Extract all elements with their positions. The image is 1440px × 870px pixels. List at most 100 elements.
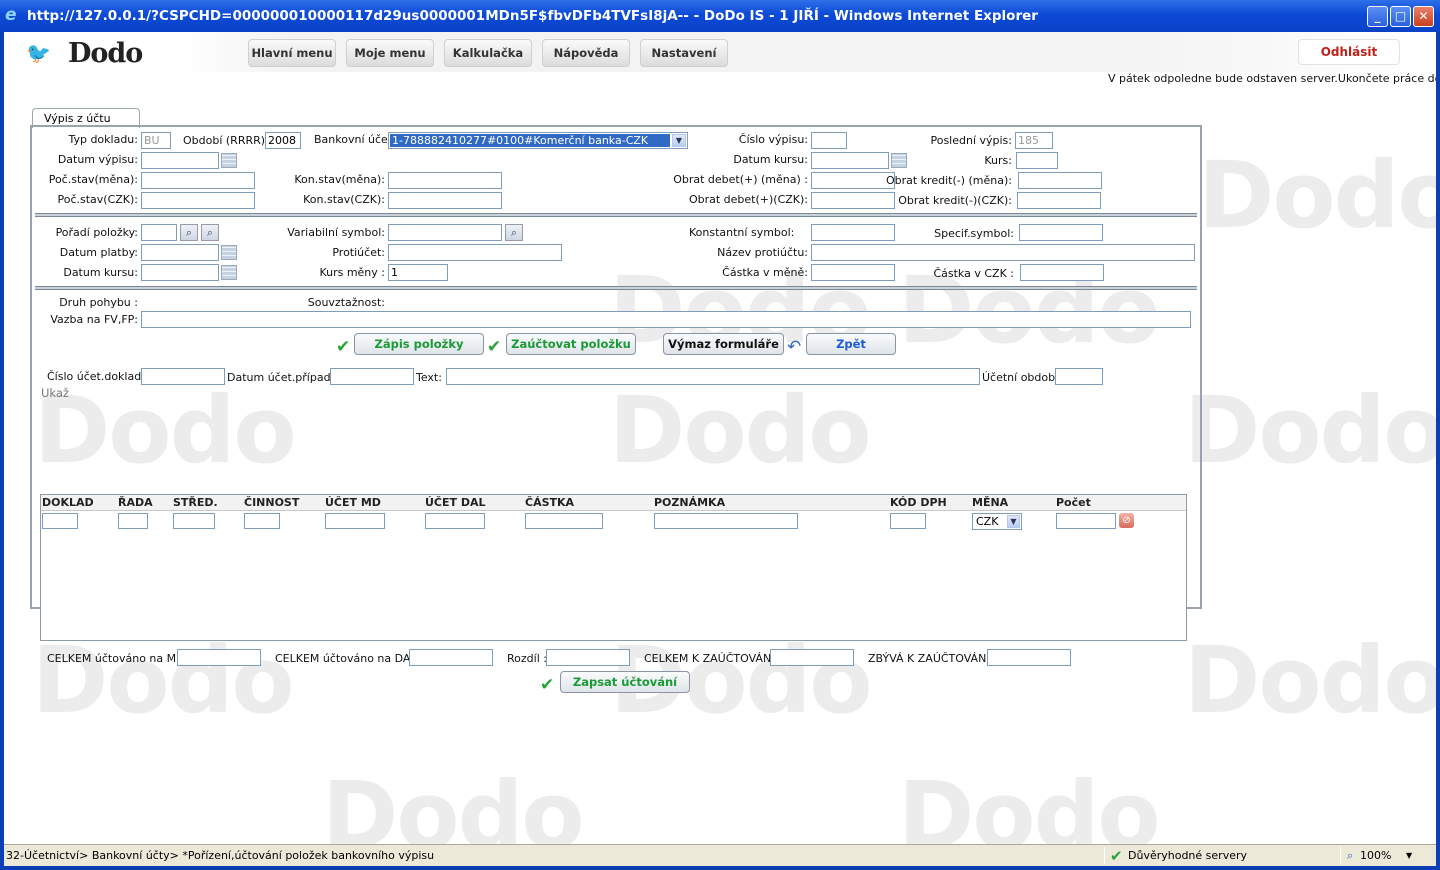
zapsat-uctovani-button[interactable]: Zapsat účtování <box>560 671 690 693</box>
ucet-dal-input[interactable] <box>425 513 485 529</box>
variabilni-symbol-field[interactable] <box>388 224 502 241</box>
celkem-md-field[interactable] <box>177 649 261 666</box>
specif-symbol-field[interactable] <box>1019 224 1103 241</box>
search-icon[interactable]: ⌕ <box>201 224 219 241</box>
nav-moje-menu[interactable]: Moje menu <box>346 39 434 67</box>
konstantni-symbol-field[interactable] <box>811 224 895 241</box>
nazev-protiuctu-field[interactable] <box>811 244 1195 261</box>
col-ucet-md: ÚČET MD <box>325 496 381 509</box>
vazba-field[interactable] <box>141 311 1191 328</box>
celkem-k-zauctovani-field[interactable] <box>770 649 854 666</box>
col-rada: ŘADA <box>118 496 153 509</box>
kod-dph-input[interactable] <box>890 513 926 529</box>
typ-dokladu-field[interactable]: BU <box>141 132 171 149</box>
chevron-down-icon: ▼ <box>1007 515 1020 528</box>
cinnost-input[interactable] <box>244 513 280 529</box>
undo-icon: ↶ <box>787 337 802 357</box>
castka-v-mene-label: Částka v měně: <box>722 266 808 279</box>
col-cinnost: ČINNOST <box>244 496 300 509</box>
kon-stav-czk-label: Kon.stav(CZK): <box>303 193 385 206</box>
kon-stav-czk-field[interactable] <box>388 192 502 209</box>
nav-kalkulacka[interactable]: Kalkulačka <box>444 39 532 67</box>
datum-kursu-2-field[interactable] <box>141 264 219 281</box>
zapis-polozky-button[interactable]: Zápis položky <box>354 333 484 355</box>
poc-stav-mena-field[interactable] <box>141 172 255 189</box>
castka-v-mene-field[interactable] <box>811 264 895 281</box>
obrat-debet-mena-field[interactable] <box>811 172 895 189</box>
zoom-dropdown-icon[interactable]: ▼ <box>1406 851 1412 860</box>
nazev-protiuctu-label: Název protiúčtu: <box>717 246 808 259</box>
nav-hlavni-menu[interactable]: Hlavní menu <box>248 39 336 67</box>
col-mena: MĚNA <box>972 496 1009 509</box>
ie-statusbar: 32-Účetnictví> Bankovní účty> *Pořízení,… <box>4 844 1436 866</box>
celkem-dal-field[interactable] <box>409 649 493 666</box>
zoom-level[interactable]: 100% <box>1360 849 1391 862</box>
datum-platby-field[interactable] <box>141 244 219 261</box>
castka-v-czk-field[interactable] <box>1020 264 1104 281</box>
datum-kursu-label: Datum kursu: <box>733 153 808 166</box>
bankovni-ucet-select[interactable]: 1-788882410277#0100#Komerční banka-CZK ▼ <box>388 132 688 149</box>
calendar-icon[interactable] <box>221 153 237 168</box>
zbyva-k-zauctovani-field[interactable] <box>987 649 1071 666</box>
kurs-label: Kurs: <box>984 154 1012 167</box>
castka-input[interactable] <box>525 513 603 529</box>
ukaz-link[interactable]: Ukaž <box>41 386 69 400</box>
poradi-polozky-field[interactable] <box>141 224 177 241</box>
doklad-input[interactable] <box>42 513 78 529</box>
ucetni-obdobi-field[interactable] <box>1055 368 1103 385</box>
maximize-button[interactable]: □ <box>1390 6 1411 27</box>
posledni-vypis-field[interactable]: 185 <box>1015 132 1053 149</box>
protiucet-field[interactable] <box>388 244 562 261</box>
obrat-debet-czk-field[interactable] <box>811 192 895 209</box>
pocet-input[interactable] <box>1056 513 1116 529</box>
datum-kursu-field[interactable] <box>811 152 889 169</box>
poc-stav-czk-field[interactable] <box>141 192 255 209</box>
cislo-vypisu-label: Číslo výpisu: <box>738 133 808 146</box>
calendar-icon[interactable] <box>221 265 237 280</box>
search-icon[interactable]: ⌕ <box>180 224 198 241</box>
minimize-button[interactable]: _ <box>1367 6 1388 27</box>
datum-pripadu-field[interactable] <box>330 368 414 385</box>
datum-vypisu-field[interactable] <box>141 152 219 169</box>
obrat-kredit-mena-field[interactable] <box>1018 172 1102 189</box>
kurs-meny-field[interactable]: 1 <box>388 264 448 281</box>
cislo-vypisu-field[interactable] <box>811 132 847 149</box>
obrat-kredit-czk-field[interactable] <box>1017 192 1101 209</box>
col-ucet-dal: ÚČET DAL <box>425 496 486 509</box>
text-field[interactable] <box>446 368 980 385</box>
calendar-icon[interactable] <box>221 245 237 260</box>
col-pocet: Počet <box>1056 496 1091 509</box>
celkem-k-zauctovani-label: CELKEM K ZAÚČTOVÁNÍ : <box>644 652 782 665</box>
rada-input[interactable] <box>118 513 148 529</box>
obdobi-label: Období (RRRR) : <box>183 134 273 147</box>
delete-row-icon[interactable]: ⊘ <box>1119 513 1134 528</box>
zbyva-k-zauctovani-label: ZBÝVÁ K ZAÚČTOVÁNÍ : <box>868 652 997 665</box>
logout-button[interactable]: Odhlásit <box>1298 39 1400 65</box>
close-window-button[interactable]: ✕ <box>1413 6 1434 27</box>
poznamka-input[interactable] <box>654 513 798 529</box>
search-icon[interactable]: ⌕ <box>505 224 523 241</box>
vymaz-formulare-button[interactable]: Výmaz formuláře <box>663 333 784 355</box>
mena-select[interactable]: CZK ▼ <box>972 513 1022 530</box>
nav-nastaveni[interactable]: Nastavení <box>640 39 728 67</box>
calendar-icon[interactable] <box>891 153 907 168</box>
app-header: 🐦 Dodo Hlavní menu Moje menu Kalkulačka … <box>4 32 1436 72</box>
zpet-button[interactable]: Zpět <box>806 333 896 355</box>
kurs-field[interactable] <box>1016 152 1058 169</box>
cislo-dokladu-field[interactable] <box>141 368 225 385</box>
kon-stav-mena-label: Kon.stav(měna): <box>294 173 385 186</box>
status-path: 32-Účetnictví> Bankovní účty> *Pořízení,… <box>6 849 435 862</box>
chevron-down-icon: ▼ <box>672 134 686 147</box>
obrat-kredit-mena-label: Obrat kredit(-) (měna): <box>885 174 1012 187</box>
obdobi-field[interactable]: 2008 <box>265 132 301 149</box>
stred-input[interactable] <box>173 513 215 529</box>
rozdil-field[interactable] <box>546 649 630 666</box>
text-label: Text: <box>416 371 442 384</box>
celkem-md-label: CELKEM účtováno na MD : <box>47 652 192 665</box>
kon-stav-mena-field[interactable] <box>388 172 502 189</box>
nav-napoveda[interactable]: Nápověda <box>542 39 630 67</box>
bankovni-ucet-label: Bankovní účet: <box>314 133 396 146</box>
ucet-md-input[interactable] <box>325 513 385 529</box>
zauctovat-polozku-button[interactable]: Zaúčtovat položku <box>506 333 636 355</box>
datum-pripadu-label: Datum účet.případu: <box>227 371 342 384</box>
